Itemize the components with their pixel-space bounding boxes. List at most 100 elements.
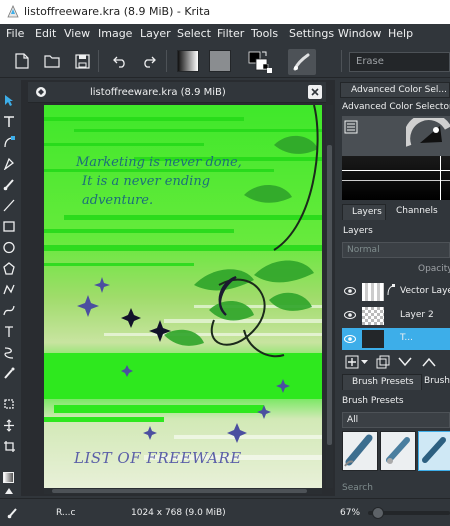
brush-preset-item-selected[interactable] (418, 431, 450, 471)
undo-icon[interactable] (108, 49, 132, 73)
crop-tool-icon[interactable] (1, 438, 16, 454)
toolbar-separator (341, 50, 342, 72)
bezier-curve-icon[interactable] (1, 302, 16, 318)
right-docker: Advanced Color Sel... Advanced Color Sel… (338, 80, 450, 496)
menu-image[interactable]: Image (98, 27, 132, 40)
color-settings-icon[interactable] (344, 120, 358, 134)
tab-label: Brush (424, 376, 450, 386)
color-history-strip[interactable] (342, 156, 450, 200)
menu-tools[interactable]: Tools (251, 27, 278, 40)
brush-preset-icon (386, 437, 410, 464)
polygon-tool-icon[interactable] (1, 260, 16, 276)
text-tool-icon[interactable] (1, 113, 16, 129)
line-tool-icon[interactable] (1, 197, 16, 213)
color-panel-title: Advanced Color Selector (342, 102, 450, 112)
scrollbar-handle[interactable] (52, 489, 307, 493)
brush-status-icon (7, 508, 17, 519)
multibrush-icon[interactable] (1, 365, 16, 381)
move-tool-icon[interactable] (1, 417, 16, 433)
document-tab-title: listoffreeware.kra (8.9 MiB) (90, 87, 226, 98)
duplicate-layer-icon[interactable] (376, 355, 390, 369)
menu-view[interactable]: View (64, 27, 90, 40)
canvas-horizontal-scrollbar[interactable] (44, 488, 322, 494)
dynamic-brush-icon[interactable] (1, 344, 16, 360)
menu-filter[interactable]: Filter (217, 27, 244, 40)
brush-presets-title: Brush Presets (342, 396, 404, 406)
hue-ring[interactable] (406, 118, 450, 148)
freehand-path-icon[interactable] (1, 323, 16, 339)
layer-blend-mode-value: Normal (347, 245, 380, 255)
brush-search-input[interactable]: Search (342, 483, 373, 493)
color-selector-area[interactable] (342, 116, 450, 200)
menu-bar: File Edit View Image Layer Select Filter… (0, 24, 450, 44)
tab-advanced-color-selector[interactable]: Advanced Color Sel... (340, 82, 450, 98)
tab-channels[interactable]: Channels (388, 204, 448, 220)
gradient-tool-icon[interactable] (1, 469, 16, 485)
add-layer-icon[interactable] (345, 355, 359, 369)
menu-layer[interactable]: Layer (140, 27, 171, 40)
zoom-slider[interactable] (368, 507, 450, 519)
ellipse-tool-icon[interactable] (1, 239, 16, 255)
menu-settings[interactable]: Settings (289, 27, 334, 40)
layer-blend-mode-select[interactable]: Normal (342, 242, 450, 258)
visibility-eye-icon[interactable] (344, 334, 356, 344)
brush-preset-icon[interactable] (288, 49, 316, 75)
brush-preset-item[interactable] (342, 431, 378, 471)
blend-mode-select[interactable]: Erase (349, 52, 450, 72)
menu-select[interactable]: Select (177, 27, 211, 40)
chevron-down-icon[interactable] (361, 360, 368, 365)
close-icon (311, 88, 319, 96)
blend-mode-value: Erase (356, 56, 384, 67)
move-layer-down-icon[interactable] (398, 357, 412, 367)
close-document-button[interactable] (308, 85, 322, 99)
brush-preset-grid (342, 430, 450, 478)
tab-label: Brush Presets (352, 377, 414, 387)
open-file-icon[interactable] (40, 49, 64, 73)
krita-app-icon (7, 5, 19, 18)
menu-help[interactable]: Help (388, 27, 413, 40)
tab-layers[interactable]: Layers (342, 204, 386, 220)
canvas-quote-line: Marketing is never done, (76, 155, 242, 170)
layer-row[interactable]: Vector Layer (342, 280, 450, 304)
layer-row[interactable]: Layer 2 (342, 304, 450, 328)
freehand-brush-icon[interactable] (1, 176, 16, 192)
visibility-eye-icon[interactable] (344, 310, 356, 320)
select-shapes-icon[interactable] (1, 92, 16, 108)
move-layer-up-icon[interactable] (422, 357, 436, 367)
layers-title: Layers (343, 226, 373, 236)
brush-filter-value: All (347, 415, 359, 425)
fill-tool-icon[interactable] (1, 486, 16, 496)
visibility-eye-icon[interactable] (344, 286, 356, 296)
document-tab[interactable]: listoffreeware.kra (8.9 MiB) (28, 82, 326, 103)
tab-label: Layers (352, 207, 382, 217)
brush-preset-item[interactable] (380, 431, 416, 471)
reset-colors-icon[interactable] (262, 63, 274, 75)
menu-edit[interactable]: Edit (35, 27, 56, 40)
layer-actions (342, 352, 450, 372)
layer-row-selected[interactable]: T... (342, 328, 450, 350)
canvas-quote-line: It is a never ending (82, 174, 211, 189)
menu-file[interactable]: File (6, 27, 24, 40)
tab-brush-presets[interactable]: Brush Presets (342, 374, 422, 390)
scrollbar-handle[interactable] (327, 145, 332, 445)
polyline-tool-icon[interactable] (1, 281, 16, 297)
redo-icon[interactable] (136, 49, 160, 73)
edit-shapes-icon[interactable] (1, 134, 16, 150)
canvas-vertical-scrollbar[interactable] (326, 105, 333, 488)
tab-brush[interactable]: Brush (422, 374, 450, 390)
calligraphy-icon[interactable] (1, 155, 16, 171)
save-icon[interactable] (70, 49, 94, 73)
rectangle-tool-icon[interactable] (1, 218, 16, 234)
pattern-preset-icon[interactable] (208, 49, 232, 73)
canvas[interactable]: Marketing is never done, It is a never e… (44, 105, 322, 488)
gradient-preset-icon[interactable] (176, 49, 200, 73)
brush-filter-select[interactable]: All (342, 412, 450, 428)
new-document-icon[interactable] (10, 49, 34, 73)
menu-window[interactable]: Window (338, 27, 381, 40)
toolbox (0, 86, 18, 496)
title-bar: listoffreeware.kra (8.9 MiB) - Krita (0, 0, 450, 24)
document-type-icon (36, 87, 46, 97)
canvas-quote-line: adventure. (82, 193, 154, 208)
crop-selection-icon[interactable] (1, 396, 16, 412)
zoom-slider-handle[interactable] (372, 507, 384, 519)
